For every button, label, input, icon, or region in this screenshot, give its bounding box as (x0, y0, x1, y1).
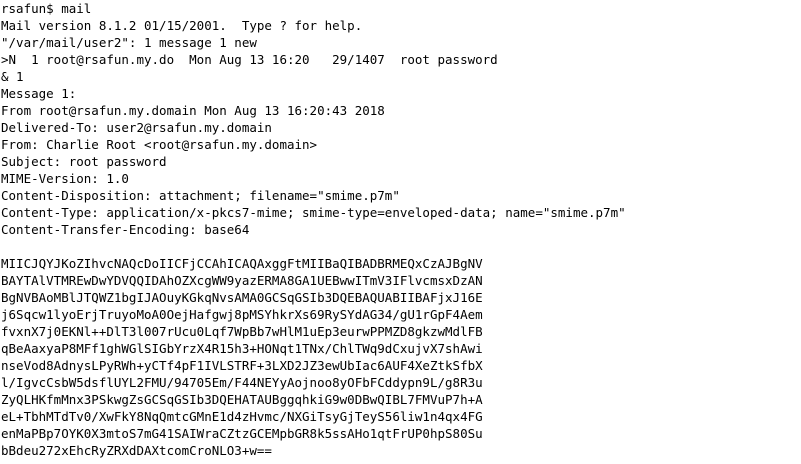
base64-line: BgNVBAoMBlJTQWZ1bgIJAOuyKGkqNvsAMA0GCSqG… (1, 290, 483, 305)
header-mime-version: MIME-Version: 1.0 (1, 171, 129, 186)
shell-command-line: rsafun$ mail (1, 1, 92, 16)
base64-line: eL+TbhMTdTv0/XwFkY8NqQmtcGMnE1d4zHvmc/NX… (1, 409, 483, 424)
header-from-envelope: From root@rsafun.my.domain Mon Aug 13 16… (1, 103, 385, 118)
base64-line: enMaPBp7OYK0X3mtoS7mG41SAIWraCZtzGCEMpbG… (1, 426, 483, 441)
base64-line: nseVod8AdnysLPyRWh+yCTf4pF1IVLSTRF+3LXD2… (1, 358, 483, 373)
message-number-line: Message 1: (1, 86, 77, 101)
header-subject: Subject: root password (1, 154, 167, 169)
header-delivered-to: Delivered-To: user2@rsafun.my.domain (1, 120, 272, 135)
base64-line: ZyQLHKfmMnx3PSkwgZsGCSqGSIb3DQEHATAUBggq… (1, 392, 483, 407)
terminal-window[interactable]: rsafun$ mail Mail version 8.1.2 01/15/20… (0, 0, 801, 464)
base64-line: MIICJQYJKoZIhvcNAQcDoIICFjCCAhICAQAxggFt… (1, 256, 483, 271)
header-content-disposition: Content-Disposition: attachment; filenam… (1, 188, 400, 203)
header-content-transfer-encoding: Content-Transfer-Encoding: base64 (1, 222, 250, 237)
base64-line: qBeAaxyaP8MFf1ghWGlSIGbYrzX4R15h3+HONqt1… (1, 341, 483, 356)
message-list-item: >N 1 root@rsafun.my.do Mon Aug 13 16:20 … (1, 52, 498, 67)
mailbox-status-line: "/var/mail/user2": 1 message 1 new (1, 35, 257, 50)
mail-prompt-line[interactable]: & 1 (1, 68, 801, 85)
header-content-type: Content-Type: application/x-pkcs7-mime; … (1, 205, 626, 220)
base64-line: l/IgvcCsbW5dsflUYL2FMU/94705Em/F44NEYyAo… (1, 375, 483, 390)
base64-line: BAYTAlVTMREwDwYDVQQIDAhOZXcgWW9yazERMA8G… (1, 273, 483, 288)
header-from: From: Charlie Root <root@rsafun.my.domai… (1, 137, 318, 152)
base64-line: j6Sqcw1lyoErjTruyoMoA0OejHafgwj8pMSYhkrX… (1, 307, 483, 322)
mail-version-line: Mail version 8.1.2 01/15/2001. Type ? fo… (1, 18, 363, 33)
base64-line: bBdeu272xEhcRyZRXdDAXtcomCroNLO3+w== (1, 443, 272, 458)
base64-line: fvxnX7j0EKNl++DlT3l007rUcu0Lqf7WpBb7wHlM… (1, 324, 483, 339)
